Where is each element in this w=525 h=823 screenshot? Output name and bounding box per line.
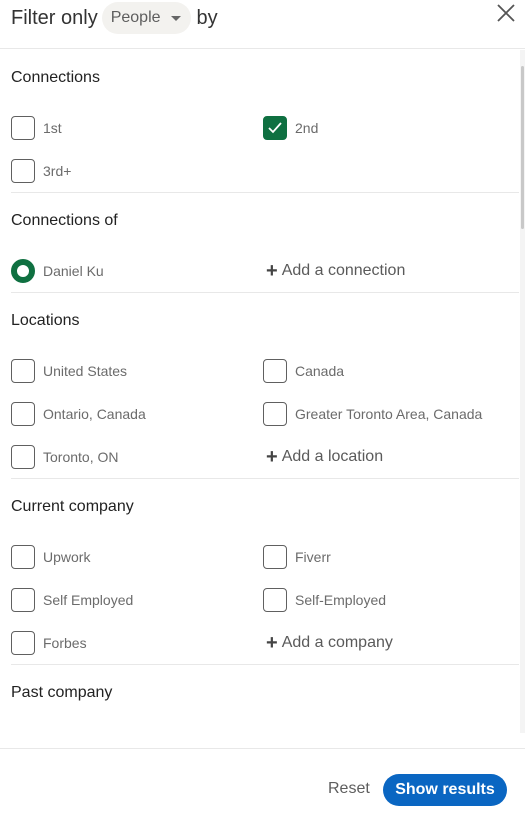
checkbox[interactable]: [263, 587, 287, 612]
option-toronto-on[interactable]: Toronto, ON: [11, 435, 263, 478]
filter-title: Filter only People by: [11, 2, 218, 34]
option-label: Toronto, ON: [43, 448, 119, 465]
checkbox[interactable]: [11, 401, 35, 426]
option-gta-canada[interactable]: Greater Toronto Area, Canada: [263, 392, 519, 435]
scrollbar-thumb[interactable]: [521, 66, 524, 229]
section-title: Locations: [11, 312, 80, 329]
caret-down-icon: [170, 15, 181, 21]
section-current-company: Current company Upwork Fiverr Self Emplo…: [11, 479, 519, 665]
option-3rd-plus[interactable]: 3rd+: [11, 149, 263, 192]
plus-icon: +: [266, 445, 278, 468]
plus-icon: +: [266, 631, 278, 654]
checkbox[interactable]: [11, 544, 35, 569]
option-label: Canada: [295, 362, 345, 379]
title-prefix: Filter only: [11, 6, 98, 29]
checkbox[interactable]: [263, 358, 287, 383]
radio-selected[interactable]: [11, 258, 35, 283]
checkbox[interactable]: [11, 358, 35, 383]
checkbox[interactable]: [11, 158, 35, 183]
section-connections-of: Connections of Daniel Ku + Add a connect…: [11, 193, 519, 293]
close-icon: [497, 4, 515, 22]
filter-header: Filter only People by: [0, 0, 525, 49]
option-self-employed[interactable]: Self Employed: [11, 578, 263, 621]
close-button[interactable]: [495, 0, 517, 26]
option-label: Fiverr: [295, 548, 331, 565]
section-title: Connections of: [11, 212, 118, 229]
section-title: Past company: [11, 684, 113, 701]
checkbox[interactable]: [11, 115, 35, 140]
option-label: 2nd: [295, 119, 319, 136]
filter-scroll-area: Connections 1st 2nd 3rd+ Connections of: [0, 50, 525, 733]
option-label: Upwork: [43, 548, 91, 565]
section-past-company: Past company: [11, 665, 519, 733]
add-location-link[interactable]: + Add a location: [263, 435, 519, 478]
option-self-employed-hyphen[interactable]: Self-Employed: [263, 578, 519, 621]
title-suffix: by: [196, 6, 218, 29]
option-canada[interactable]: Canada: [263, 349, 519, 392]
option-forbes[interactable]: Forbes: [11, 621, 263, 664]
filter-footer: Reset Show results: [0, 748, 525, 823]
plus-icon: +: [266, 259, 278, 282]
option-past-company-1[interactable]: [11, 723, 263, 733]
option-past-company-2[interactable]: [263, 723, 519, 733]
option-fiverr[interactable]: Fiverr: [263, 535, 519, 578]
checkbox[interactable]: [11, 732, 35, 733]
option-ontario-canada[interactable]: Ontario, Canada: [11, 392, 263, 435]
type-dropdown-value: People: [110, 9, 161, 26]
add-company-label: Add a company: [281, 633, 393, 651]
option-label: Greater Toronto Area, Canada: [295, 405, 483, 422]
option-label: Ontario, Canada: [43, 405, 146, 422]
type-dropdown[interactable]: People: [101, 2, 191, 34]
checkbox[interactable]: [263, 401, 287, 426]
option-label: Forbes: [43, 634, 87, 651]
checkmark-icon: [268, 121, 282, 133]
checkbox[interactable]: [11, 444, 35, 469]
reset-button[interactable]: Reset: [320, 773, 378, 805]
section-title: Connections: [11, 69, 100, 86]
option-label: Self Employed: [43, 591, 134, 608]
option-upwork[interactable]: Upwork: [11, 535, 263, 578]
add-company-link[interactable]: + Add a company: [263, 621, 519, 664]
checkbox-checked[interactable]: [263, 115, 287, 140]
checkbox[interactable]: [263, 544, 287, 569]
option-label: 3rd+: [43, 162, 72, 179]
checkbox[interactable]: [11, 587, 35, 612]
checkbox[interactable]: [263, 732, 287, 733]
option-daniel-ku[interactable]: Daniel Ku: [11, 249, 263, 292]
checkbox[interactable]: [11, 630, 35, 655]
option-label: 1st: [43, 119, 62, 136]
option-2nd[interactable]: 2nd: [263, 106, 519, 149]
section-locations: Locations United States Canada Ontario, …: [11, 293, 519, 479]
section-title: Current company: [11, 498, 134, 515]
option-1st[interactable]: 1st: [11, 106, 263, 149]
option-label: Self-Employed: [295, 591, 387, 608]
add-connection-link[interactable]: + Add a connection: [263, 249, 519, 292]
section-connections: Connections 1st 2nd 3rd+: [11, 50, 519, 193]
add-location-label: Add a location: [281, 447, 384, 465]
show-results-button[interactable]: Show results: [383, 774, 507, 806]
option-label: Daniel Ku: [43, 262, 104, 279]
add-connection-label: Add a connection: [281, 261, 406, 279]
option-united-states[interactable]: United States: [11, 349, 263, 392]
option-label: United States: [43, 362, 128, 379]
